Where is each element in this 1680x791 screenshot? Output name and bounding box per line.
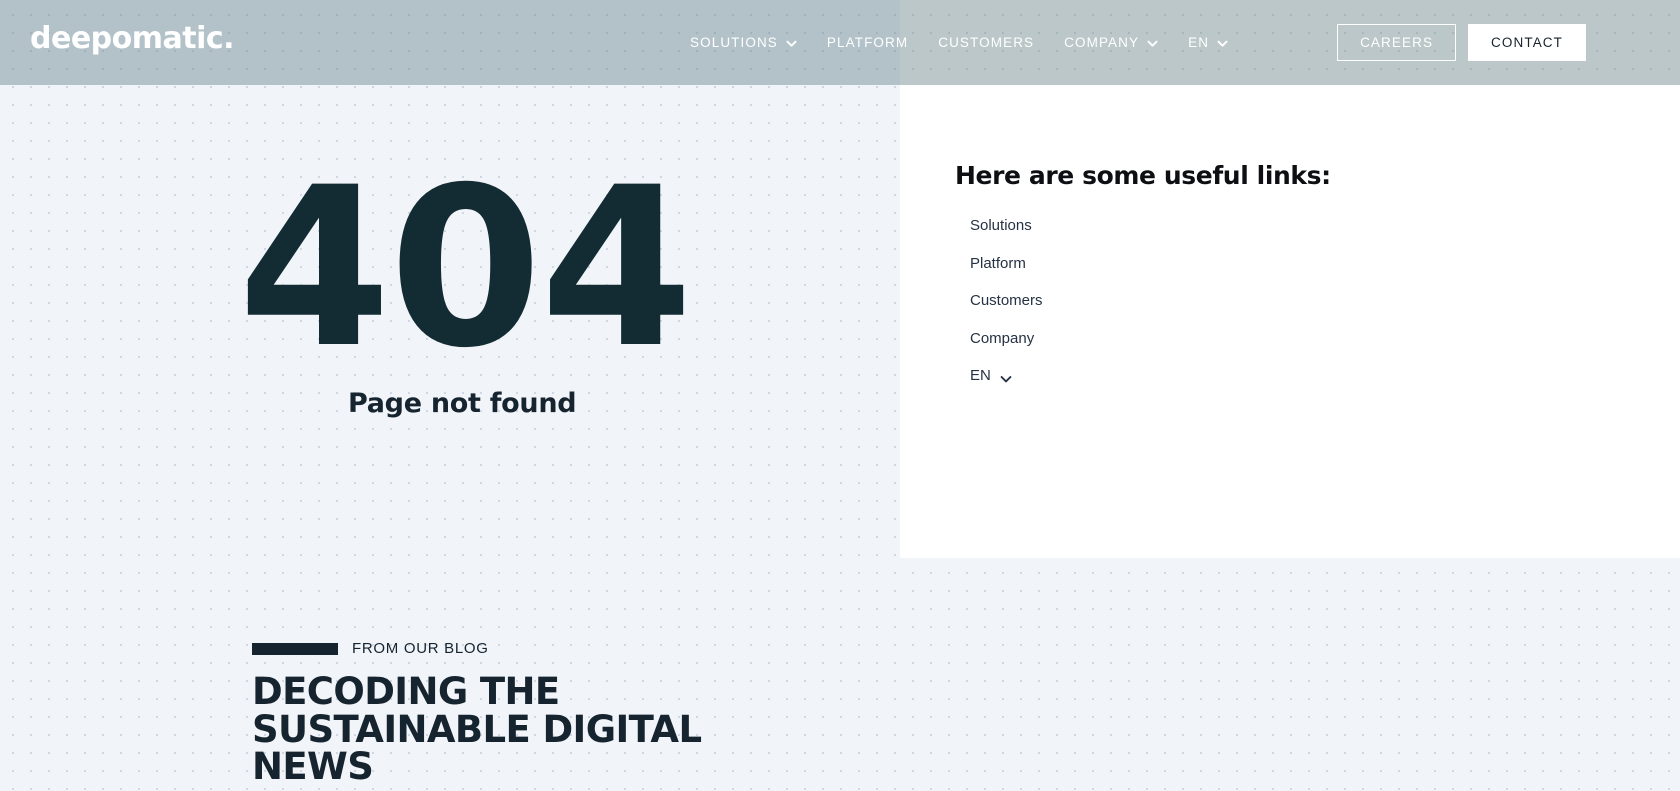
page-root: deepomatic. SOLUTIONS PLATFORM CUSTOMERS… bbox=[0, 0, 1680, 791]
nav-item-language[interactable]: EN bbox=[1188, 35, 1228, 50]
chevron-down-icon bbox=[1000, 373, 1012, 384]
useful-links-panel: Here are some useful links: Solutions Pl… bbox=[900, 85, 1680, 558]
useful-link-language-label: EN bbox=[970, 367, 991, 384]
useful-link-solutions[interactable]: Solutions bbox=[970, 217, 1043, 235]
blog-section: FROM OUR BLOG DECODING THE SUSTAINABLE D… bbox=[252, 640, 812, 786]
error-message: Page not found bbox=[348, 388, 577, 419]
nav-item-solutions-label: SOLUTIONS bbox=[690, 35, 778, 50]
error-code: 404 bbox=[238, 140, 693, 396]
useful-link-language[interactable]: EN bbox=[970, 367, 1043, 385]
useful-link-customers-label: Customers bbox=[970, 292, 1043, 309]
careers-button[interactable]: CAREERS bbox=[1337, 24, 1457, 61]
useful-link-solutions-label: Solutions bbox=[970, 217, 1032, 234]
site-logo[interactable]: deepomatic. bbox=[30, 24, 235, 54]
header-actions: CAREERS CONTACT bbox=[1337, 0, 1586, 85]
useful-link-customers[interactable]: Customers bbox=[970, 292, 1043, 310]
contact-button[interactable]: CONTACT bbox=[1468, 24, 1586, 61]
eyebrow-bar bbox=[252, 642, 338, 655]
nav-item-platform-label: PLATFORM bbox=[826, 35, 909, 50]
nav-item-company[interactable]: COMPANY bbox=[1064, 35, 1158, 50]
useful-link-company-label: Company bbox=[970, 329, 1035, 347]
nav-item-platform[interactable]: PLATFORM bbox=[827, 35, 908, 50]
useful-link-platform-label: Platform bbox=[970, 254, 1026, 272]
nav-item-customers-label: CUSTOMERS bbox=[938, 35, 1035, 50]
blog-title[interactable]: DECODING THE SUSTAINABLE DIGITAL NEWS bbox=[252, 673, 812, 786]
chevron-down-icon bbox=[786, 38, 797, 49]
useful-link-company[interactable]: Company bbox=[970, 329, 1043, 348]
useful-links-title: Here are some useful links: bbox=[955, 161, 1331, 190]
blog-eyebrow: FROM OUR BLOG bbox=[252, 640, 812, 657]
blog-eyebrow-label: FROM OUR BLOG bbox=[352, 640, 489, 657]
nav-item-customers[interactable]: CUSTOMERS bbox=[938, 35, 1034, 50]
nav-item-solutions[interactable]: SOLUTIONS bbox=[690, 35, 797, 50]
site-header: deepomatic. SOLUTIONS PLATFORM CUSTOMERS… bbox=[0, 0, 1680, 85]
chevron-down-icon bbox=[1217, 38, 1228, 49]
chevron-down-icon bbox=[1147, 38, 1158, 49]
nav-item-language-label: EN bbox=[1188, 35, 1210, 50]
main-navigation: SOLUTIONS PLATFORM CUSTOMERS COMPANY EN bbox=[690, 0, 1228, 85]
useful-links-list: Solutions Platform Customers Company EN bbox=[970, 217, 1043, 385]
useful-link-platform[interactable]: Platform bbox=[970, 254, 1043, 273]
nav-item-company-label: COMPANY bbox=[1064, 35, 1140, 50]
